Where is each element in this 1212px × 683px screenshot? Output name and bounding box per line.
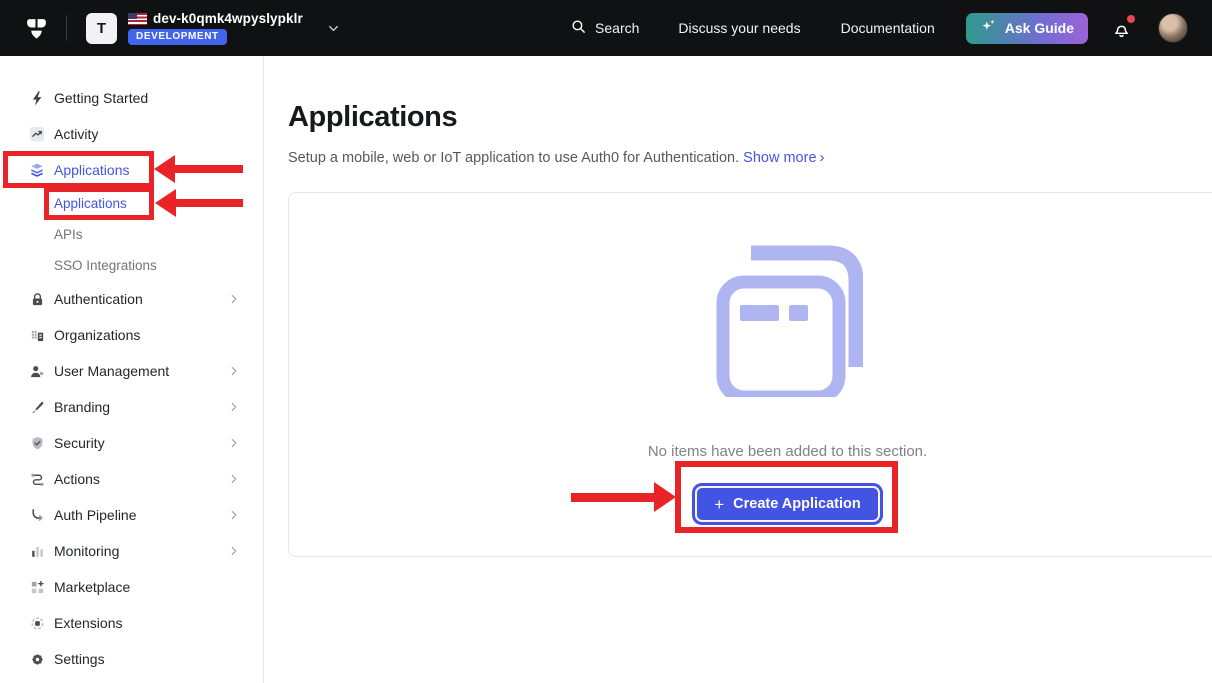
tenant-avatar: T xyxy=(86,13,117,44)
chevron-right-icon xyxy=(227,508,241,522)
sidebar-item-user-management[interactable]: User Management xyxy=(0,353,263,389)
ask-guide-label: Ask Guide xyxy=(1005,20,1074,36)
empty-windows-icon xyxy=(713,245,863,402)
notification-dot xyxy=(1127,15,1135,23)
sidebar-item-actions[interactable]: Actions xyxy=(0,461,263,497)
organization-icon xyxy=(28,326,46,344)
shield-icon xyxy=(28,434,46,452)
layers-icon xyxy=(28,161,46,179)
documentation-link[interactable]: Documentation xyxy=(841,20,935,36)
us-flag-icon xyxy=(128,13,147,25)
search-icon xyxy=(570,18,587,38)
tenant-switcher[interactable]: T dev-k0qmk4wpyslypklr DEVELOPMENT xyxy=(86,11,341,45)
page-subtitle: Setup a mobile, web or IoT application t… xyxy=(288,148,1212,168)
search-label: Search xyxy=(595,20,639,36)
chevron-right-icon xyxy=(227,364,241,378)
sidebar-subitem-apis[interactable]: APIs xyxy=(0,219,263,250)
search-button[interactable]: Search xyxy=(570,18,639,38)
sidebar-subitem-applications[interactable]: Applications xyxy=(0,188,263,219)
plus-icon: + xyxy=(714,496,724,513)
sidebar-item-security[interactable]: Security xyxy=(0,425,263,461)
chevron-right-icon[interactable]: › xyxy=(820,149,825,166)
bar-chart-icon xyxy=(28,542,46,560)
gear-icon xyxy=(28,650,46,668)
chevron-down-icon xyxy=(227,163,241,177)
create-application-button[interactable]: + Create Application xyxy=(692,483,883,525)
topbar: T dev-k0qmk4wpyslypklr DEVELOPMENT Searc… xyxy=(0,0,1212,56)
show-more-link[interactable]: Show more xyxy=(743,150,816,166)
sidebar-item-settings[interactable]: Settings xyxy=(0,641,263,677)
bolt-icon xyxy=(28,89,46,107)
sidebar-item-authentication[interactable]: Authentication xyxy=(0,281,263,317)
chevron-right-icon xyxy=(227,292,241,306)
user-icon xyxy=(28,362,46,380)
brush-icon xyxy=(28,398,46,416)
topbar-divider xyxy=(66,15,67,41)
auth0-logo-icon[interactable] xyxy=(24,16,49,41)
sparkle-icon xyxy=(980,18,997,38)
sidebar-item-marketplace[interactable]: Marketplace xyxy=(0,569,263,605)
sidebar-item-applications[interactable]: Applications xyxy=(0,152,263,188)
chevron-right-icon xyxy=(227,436,241,450)
chevron-right-icon xyxy=(227,472,241,486)
create-application-label: Create Application xyxy=(733,496,861,512)
page-title: Applications xyxy=(288,100,1212,134)
pipeline-icon xyxy=(28,506,46,524)
sidebar-item-monitoring[interactable]: Monitoring xyxy=(0,533,263,569)
sidebar: Getting Started Activity Application xyxy=(0,56,264,683)
discuss-your-needs-link[interactable]: Discuss your needs xyxy=(678,20,800,36)
chevron-down-icon[interactable] xyxy=(326,21,341,36)
sidebar-item-auth-pipeline[interactable]: Auth Pipeline xyxy=(0,497,263,533)
sidebar-item-getting-started[interactable]: Getting Started xyxy=(0,80,263,116)
tenant-name: dev-k0qmk4wpyslypklr xyxy=(153,11,303,26)
chevron-right-icon xyxy=(227,400,241,414)
environment-badge: DEVELOPMENT xyxy=(128,29,227,45)
notifications-button[interactable] xyxy=(1111,18,1132,39)
lock-icon xyxy=(28,290,46,308)
extension-icon xyxy=(28,614,46,632)
user-avatar[interactable] xyxy=(1158,13,1188,43)
sidebar-subitem-sso-integrations[interactable]: SSO Integrations xyxy=(0,250,263,281)
applications-empty-card: No items have been added to this section… xyxy=(288,192,1212,557)
sidebar-item-branding[interactable]: Branding xyxy=(0,389,263,425)
sidebar-item-extensions[interactable]: Extensions xyxy=(0,605,263,641)
chevron-right-icon xyxy=(227,544,241,558)
grid-plus-icon xyxy=(28,578,46,596)
empty-state-message: No items have been added to this section… xyxy=(648,442,927,462)
main-content: Applications Setup a mobile, web or IoT … xyxy=(264,56,1212,683)
ask-guide-button[interactable]: Ask Guide xyxy=(966,13,1088,44)
sidebar-item-activity[interactable]: Activity xyxy=(0,116,263,152)
activity-icon xyxy=(28,125,46,143)
sidebar-item-organizations[interactable]: Organizations xyxy=(0,317,263,353)
flow-icon xyxy=(28,470,46,488)
